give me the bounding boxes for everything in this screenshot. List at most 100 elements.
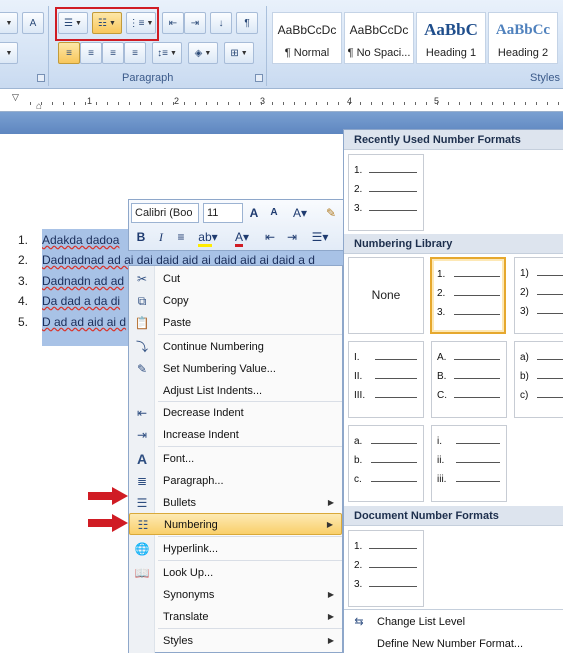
center-icon[interactable]: ≡ [173, 227, 189, 247]
group-separator [266, 6, 267, 86]
menu-item-synonyms[interactable]: Synonyms ▶ [129, 584, 342, 606]
show-formatting-button[interactable]: ¶ [236, 12, 258, 34]
library-tile-lower-alpha[interactable]: a. b. c. [348, 425, 424, 502]
decrease-indent-button[interactable]: ⇤ [162, 12, 184, 34]
style-name: Heading 1 [425, 47, 477, 59]
font-color-dropdown[interactable]: ▼ [0, 42, 18, 64]
justify-button[interactable]: ≡ [124, 42, 146, 64]
menu-item-numbering[interactable]: ☷ Numbering ▶ [129, 513, 342, 535]
font-size-dropdown[interactable]: ▼ [0, 12, 18, 34]
increase-indent-icon: ⇥ [190, 17, 200, 29]
grow-font-icon[interactable]: A [245, 203, 263, 223]
menu-item-decrease-indent[interactable]: ⇤ Decrease Indent [129, 402, 342, 424]
sort-icon: ↓ [218, 17, 224, 29]
menu-item-copy[interactable]: ⧉ Copy [129, 290, 342, 312]
menu-item-styles[interactable]: Styles ▶ [129, 630, 342, 652]
change-list-level-item[interactable]: ⇆ Change List Level [344, 611, 563, 633]
format-marker: a. [354, 436, 363, 447]
ruler-tick [492, 102, 493, 105]
border-icon: ⊞ [230, 47, 239, 59]
apply-styles-icon[interactable]: A▾ [287, 203, 313, 223]
menu-item-bullets[interactable]: ☰ Bullets ▶ [129, 492, 342, 514]
align-center-button[interactable]: ≡ [80, 42, 102, 64]
menu-item-cut[interactable]: ✂ Cut [129, 268, 342, 290]
list-item[interactable]: 5. D ad ad aid ai d [18, 312, 126, 332]
recent-formats-header: Recently Used Number Formats [344, 130, 563, 150]
list-item[interactable]: 3. Dadnadn ad ad [18, 271, 124, 291]
menu-item-look-up[interactable]: 📖 Look Up... [129, 562, 342, 584]
define-new-number-format-item[interactable]: Define New Number Format... [344, 633, 563, 653]
format-painter-icon[interactable]: ✎ [321, 203, 341, 223]
sort-button[interactable]: ↓ [210, 12, 232, 34]
font-size-box[interactable]: 11 [203, 203, 243, 223]
library-tile-none[interactable]: None [348, 257, 424, 334]
library-tile-lower-roman[interactable]: i. ii. iii. [431, 425, 507, 502]
menu-item-font[interactable]: A Font... [129, 448, 342, 470]
menu-item-paste[interactable]: 📋 Paste [129, 312, 342, 334]
change-list-level-label: Change List Level [377, 616, 466, 628]
horizontal-ruler[interactable]: ▽ 1 2 3 4 5 ⌂ [0, 91, 563, 112]
justify-icon: ≡ [132, 47, 138, 59]
line-spacing-button[interactable]: ↕≡ ▼ [152, 42, 182, 64]
shrink-font-icon[interactable]: A [265, 203, 283, 223]
ruler-tick [382, 102, 383, 105]
font-name-box[interactable]: Calibri (Boo [131, 203, 199, 223]
format-marker: 2. [437, 288, 446, 299]
set-value-icon: ✎ [136, 362, 148, 376]
library-tile-upper-alpha[interactable]: A. B. C. [431, 341, 507, 418]
shading-button[interactable]: ◈ ▼ [188, 42, 218, 64]
list-item[interactable]: 4. Da dad a da di [18, 291, 120, 311]
clear-formatting-button[interactable]: A [22, 12, 44, 34]
style-name: ¶ No Spaci... [347, 47, 411, 59]
menu-item-label: Cut [163, 273, 181, 285]
bold-icon[interactable]: B [133, 227, 149, 247]
menu-item-hyperlink[interactable]: 🌐 Hyperlink... [129, 538, 342, 560]
menu-separator [158, 446, 342, 447]
library-tile-decimal[interactable]: 1. 2. 3. [430, 257, 506, 334]
decrease-indent-icon[interactable]: ⇤ [261, 227, 279, 247]
menu-item-translate[interactable]: Translate ▶ [129, 606, 342, 628]
ruler-tick [404, 102, 405, 105]
library-tile-upper-roman[interactable]: I. II. III. [348, 341, 424, 418]
bullets-icon[interactable]: ☰▾ [307, 227, 333, 247]
menu-item-set-numbering-value[interactable]: ✎ Set Numbering Value... [129, 358, 342, 380]
font-dialog-launcher[interactable] [37, 74, 45, 82]
change-level-icon: ⇆ [354, 616, 364, 628]
menu-item-adjust-list-indents[interactable]: Adjust List Indents... [129, 380, 342, 402]
submenu-arrow-icon: ▶ [327, 590, 334, 599]
style-normal[interactable]: AaBbCcDc ¶ Normal [272, 12, 342, 64]
italic-icon[interactable]: I [153, 227, 169, 247]
ruler-tick [30, 102, 31, 105]
library-tile-decimal-paren[interactable]: 1) 2) 3) [514, 257, 563, 334]
ruler-tick [261, 102, 262, 105]
recent-number-format-tile[interactable]: 1. 2. 3. [348, 154, 424, 231]
style-heading-2[interactable]: AaBbCc Heading 2 [488, 12, 558, 64]
ruler-tick [558, 102, 559, 105]
menu-item-paragraph[interactable]: ≣ Paragraph... [129, 470, 342, 492]
library-tile-lower-alpha-paren[interactable]: a) b) c) [514, 341, 563, 418]
align-right-button[interactable]: ≡ [102, 42, 124, 64]
highlight-icon[interactable]: ab▾ [195, 227, 221, 247]
paint-bucket-icon: ◈ [194, 47, 203, 59]
format-marker: 3. [354, 203, 363, 214]
paragraph-dialog-launcher[interactable] [255, 74, 263, 82]
list-number: 1. [18, 233, 29, 247]
align-left-button[interactable]: ≡ [58, 42, 80, 64]
document-number-format-tile[interactable]: 1. 2. 3. [348, 530, 424, 607]
menu-item-continue-numbering[interactable]: ⤵ Continue Numbering [129, 336, 342, 358]
style-heading-1[interactable]: AaBbC Heading 1 [416, 12, 486, 64]
indent-marker-icon[interactable]: ▽ [12, 92, 19, 103]
font-color-icon[interactable]: A▾ [229, 227, 255, 247]
menu-item-increase-indent[interactable]: ⇥ Increase Indent [129, 424, 342, 446]
format-marker: 2. [354, 560, 363, 571]
format-marker: B. [437, 371, 447, 382]
list-item[interactable]: 1. Adakda dadoa [18, 230, 119, 250]
format-marker: b. [354, 455, 363, 466]
increase-indent-icon[interactable]: ⇥ [283, 227, 301, 247]
style-no-spacing[interactable]: AaBbCcDc ¶ No Spaci... [344, 12, 414, 64]
increase-indent-button[interactable]: ⇥ [184, 12, 206, 34]
hanging-indent-icon[interactable]: ⌂ [36, 101, 42, 112]
borders-button[interactable]: ⊞ ▼ [224, 42, 254, 64]
format-marker: iii. [437, 474, 447, 485]
ruler-tick [371, 102, 372, 105]
